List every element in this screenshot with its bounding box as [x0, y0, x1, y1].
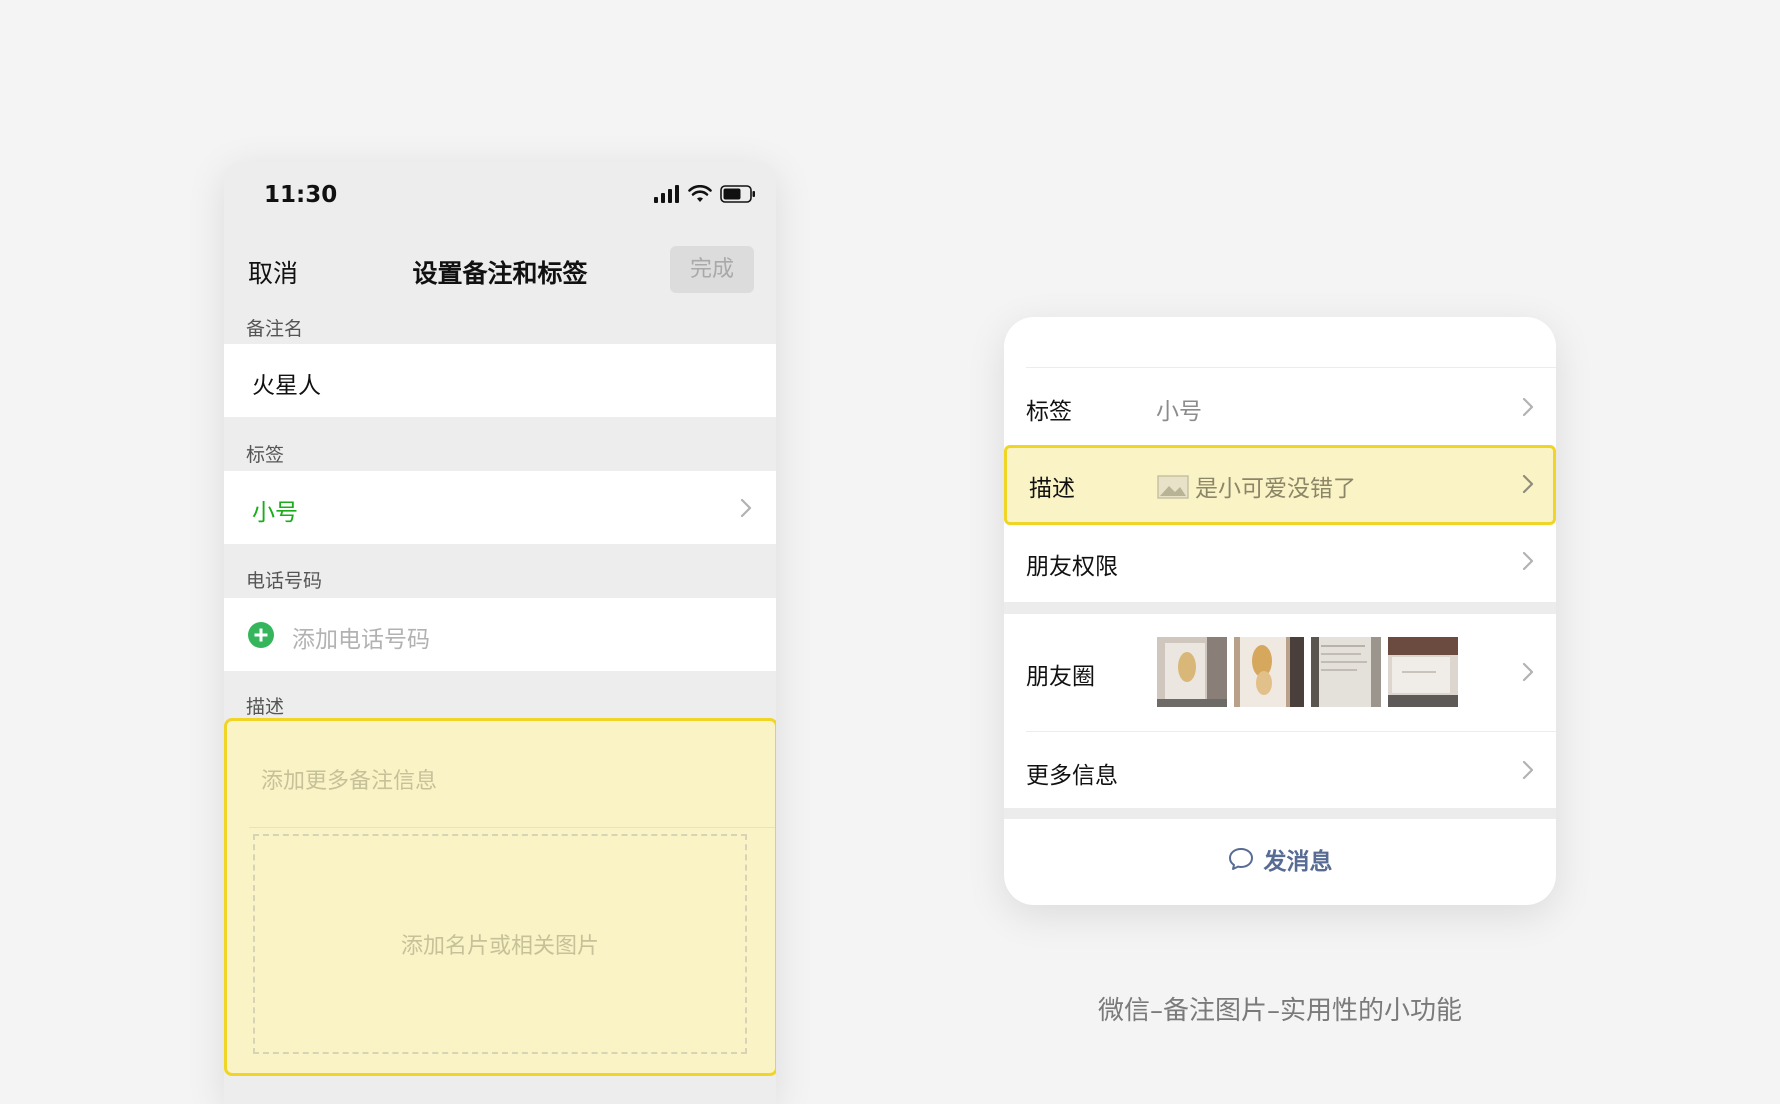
- profile-card: 标签 小号 描述 是小可爱没错了 朋友权限 朋友圈 更多信息 发消息: [1004, 317, 1556, 905]
- add-image-dropzone[interactable]: 添加名片或相关图片: [253, 834, 747, 1054]
- chat-bubble-icon: [1228, 848, 1253, 870]
- section-separator: [1004, 602, 1556, 614]
- profile-description-row[interactable]: 描述 是小可爱没错了: [1004, 445, 1556, 525]
- chevron-right-icon: [1522, 760, 1534, 780]
- nav-bar: 取消 设置备注和标签 完成: [224, 232, 776, 306]
- battery-icon: [720, 185, 755, 203]
- moments-thumbnail: [1311, 637, 1381, 707]
- description-input[interactable]: 添加更多备注信息: [261, 763, 437, 795]
- chevron-right-icon: [1522, 551, 1534, 571]
- caption: 微信–备注图片–实用性的小功能: [1097, 996, 1462, 1026]
- description-section-label: 描述: [246, 696, 285, 718]
- add-phone-placeholder: 添加电话号码: [292, 627, 430, 653]
- section-separator: [1004, 808, 1556, 819]
- add-phone-row[interactable]: 添加电话号码: [224, 598, 776, 671]
- status-icons: [654, 184, 756, 204]
- add-image-label: 添加名片或相关图片: [400, 934, 599, 959]
- phone-section-label: 电话号码: [246, 570, 323, 592]
- chevron-right-icon: [740, 498, 752, 518]
- tags-value: 小号: [252, 500, 298, 526]
- done-button[interactable]: 完成: [670, 246, 754, 293]
- moments-thumbnail: [1388, 637, 1458, 707]
- remark-name-field[interactable]: 火星人: [224, 344, 776, 417]
- permissions-label: 朋友权限: [1026, 554, 1118, 580]
- more-info-row[interactable]: 更多信息: [1004, 732, 1556, 808]
- moments-thumbnail: [1234, 637, 1304, 707]
- send-message-label: 发消息: [1263, 849, 1333, 875]
- remark-name-value: 火星人: [252, 373, 321, 399]
- description-highlight-box: 添加更多备注信息 添加名片或相关图片: [224, 718, 776, 1076]
- chevron-right-icon: [1522, 474, 1534, 494]
- tags-section-label: 标签: [246, 444, 285, 466]
- friend-permissions-row[interactable]: 朋友权限: [1004, 523, 1556, 599]
- image-icon: [1157, 475, 1189, 499]
- tags-value: 小号: [1156, 399, 1202, 425]
- tags-label: 标签: [1026, 399, 1072, 425]
- description-value: 是小可爱没错了: [1195, 476, 1356, 502]
- remark-section-label: 备注名: [246, 318, 304, 340]
- moments-thumbnail: [1157, 637, 1227, 707]
- chevron-right-icon: [1522, 397, 1534, 417]
- chevron-right-icon: [1522, 662, 1534, 682]
- status-bar: 11:30: [224, 162, 776, 232]
- add-circle-icon: [248, 622, 274, 648]
- status-time: 11:30: [264, 182, 338, 208]
- tags-row[interactable]: 小号: [224, 471, 776, 544]
- wifi-icon: [688, 185, 712, 202]
- description-label: 描述: [1029, 476, 1075, 502]
- phone-screen: 11:30 取消 设置备注和标签 完成 备注名 火星人 标签 小号 电话号码 添…: [224, 162, 776, 1104]
- signal-icon: [654, 185, 679, 203]
- moments-label: 朋友圈: [1026, 664, 1095, 690]
- more-info-label: 更多信息: [1026, 763, 1118, 789]
- divider: [249, 827, 775, 828]
- profile-tags-row[interactable]: 标签 小号: [1004, 368, 1556, 445]
- send-message-button[interactable]: 发消息: [1004, 819, 1556, 899]
